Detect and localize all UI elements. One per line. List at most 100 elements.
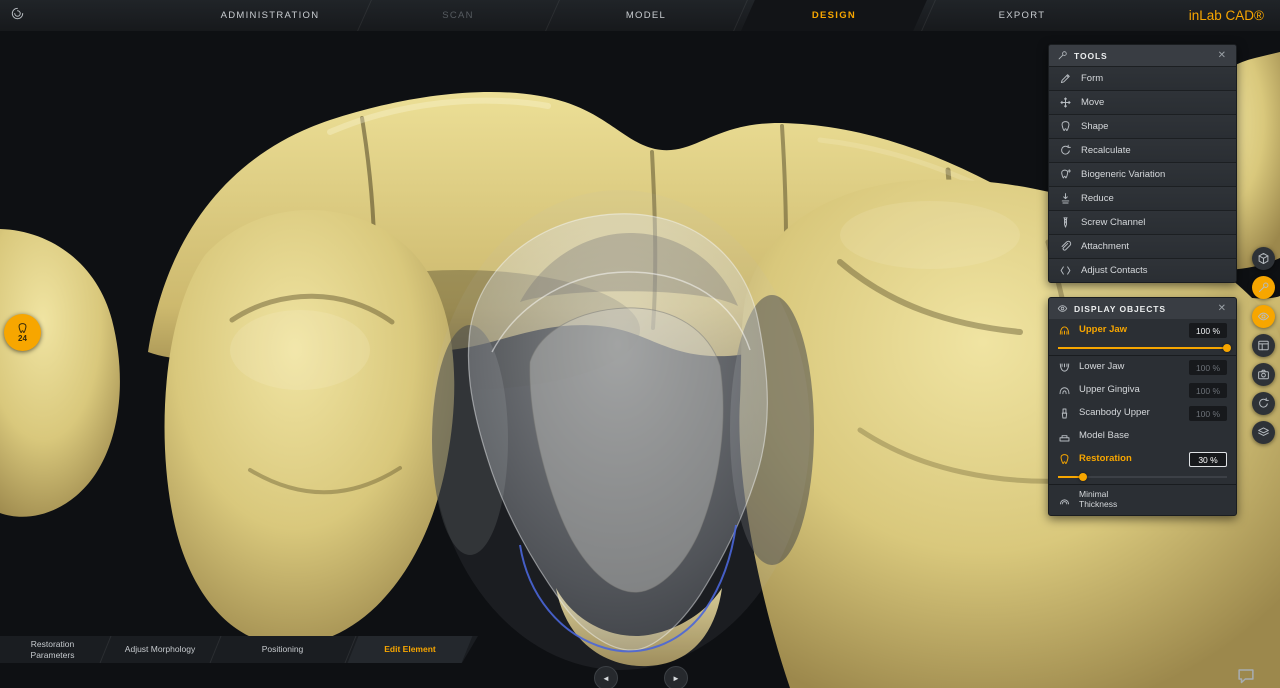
display-item-upper-gingiva[interactable]: Upper Gingiva 100 % — [1049, 379, 1236, 402]
step-positioning[interactable]: Positioning — [215, 636, 350, 663]
side-toolbar — [1252, 247, 1275, 444]
tab-label: MODEL — [626, 10, 666, 21]
tooth-number-badge[interactable]: 24 — [4, 314, 41, 351]
tool-item-label: Biogeneric Variation — [1081, 169, 1165, 180]
tool-item-label: Recalculate — [1081, 145, 1131, 156]
tool-item-adjust-contacts[interactable]: Adjust Contacts — [1049, 258, 1236, 282]
form-icon — [1059, 72, 1072, 85]
tab-administration[interactable]: ADMINISTRATION — [176, 0, 364, 31]
previous-step-button[interactable]: ◄ — [594, 666, 618, 688]
tool-item-attachment[interactable]: Attachment — [1049, 234, 1236, 258]
tool-item-label: Screw Channel — [1081, 217, 1145, 228]
dentsply-sirona-logo — [11, 7, 24, 20]
snapshot-icon[interactable] — [1252, 363, 1275, 386]
tool-item-label: Adjust Contacts — [1081, 265, 1148, 276]
tool-item-reduce[interactable]: Reduce — [1049, 186, 1236, 210]
display-objects-panel: DISPLAY OBJECTS ✕ Upper Jaw 100 % Lower … — [1048, 297, 1237, 516]
display-objects-close-icon[interactable]: ✕ — [1216, 302, 1228, 316]
step-label: Edit Element — [384, 644, 435, 655]
step-edit-element[interactable]: Edit Element — [350, 636, 470, 663]
tool-item-recalculate[interactable]: Recalculate — [1049, 138, 1236, 162]
lower-jaw-opacity-value[interactable]: 100 % — [1189, 360, 1227, 375]
reset-view-icon[interactable] — [1252, 392, 1275, 415]
restoration-icon — [1058, 453, 1071, 466]
tools-panel: TOOLS ✕ Form Move Shape Recalculate Biog… — [1048, 44, 1237, 283]
display-item-scanbody-upper[interactable]: Scanbody Upper 100 % — [1049, 402, 1236, 425]
biogeneric-variation-icon — [1059, 168, 1072, 181]
eye-icon — [1057, 303, 1068, 314]
slider-knob[interactable] — [1223, 344, 1231, 352]
tab-scan[interactable]: SCAN — [364, 0, 552, 31]
chat-feedback-icon[interactable] — [1236, 666, 1256, 686]
display-item-lower-jaw[interactable]: Lower Jaw 100 % — [1049, 355, 1236, 379]
step-label: Adjust Morphology — [125, 644, 195, 655]
display-item-label: Minimal Thickness — [1079, 490, 1143, 510]
tools-icon[interactable] — [1252, 276, 1275, 299]
model-base-icon — [1058, 430, 1071, 443]
view-cube-icon[interactable] — [1252, 247, 1275, 270]
tooth-number: 24 — [18, 334, 27, 343]
slider-knob[interactable] — [1079, 473, 1087, 481]
gingiva-icon — [1058, 384, 1071, 397]
tool-item-screw-channel[interactable]: Screw Channel — [1049, 210, 1236, 234]
tool-item-label: Reduce — [1081, 193, 1114, 204]
display-item-label: Scanbody Upper — [1079, 408, 1181, 419]
next-step-button[interactable]: ► — [664, 666, 688, 688]
display-objects-icon[interactable] — [1252, 305, 1275, 328]
display-objects-title: DISPLAY OBJECTS — [1074, 304, 1210, 314]
display-item-upper-jaw[interactable]: Upper Jaw 100 % — [1049, 319, 1236, 342]
step-adjust-morphology[interactable]: Adjust Morphology — [105, 636, 215, 663]
step-label: Positioning — [262, 644, 304, 655]
tab-export[interactable]: EXPORT — [928, 0, 1116, 31]
wrench-icon — [1057, 50, 1068, 61]
display-item-label: Lower Jaw — [1079, 362, 1181, 373]
scanbody-upper-opacity-value[interactable]: 100 % — [1189, 406, 1227, 421]
inlab-cad-app: ADMINISTRATION SCAN MODEL DESIGN EXPORT … — [0, 0, 1280, 688]
upper-jaw-opacity-slider[interactable] — [1049, 342, 1236, 355]
screw-channel-icon — [1059, 216, 1072, 229]
display-item-restoration[interactable]: Restoration 30 % — [1049, 448, 1236, 471]
upper-gingiva-opacity-value[interactable]: 100 % — [1189, 383, 1227, 398]
upper-jaw-opacity-value[interactable]: 100 % — [1189, 323, 1227, 338]
tool-item-form[interactable]: Form — [1049, 66, 1236, 90]
tab-label: SCAN — [442, 10, 474, 21]
tools-panel-close-icon[interactable]: ✕ — [1216, 49, 1228, 63]
tab-label: EXPORT — [999, 10, 1046, 21]
lower-jaw-icon — [1058, 361, 1071, 374]
step-label: Restoration Parameters — [14, 639, 92, 660]
display-item-model-base[interactable]: Model Base — [1049, 425, 1236, 448]
display-objects-header: DISPLAY OBJECTS ✕ — [1049, 298, 1236, 319]
recalculate-icon — [1059, 144, 1072, 157]
workflow-steps-bar: Restoration Parameters Adjust Morphology… — [0, 636, 478, 663]
adjust-contacts-icon — [1059, 264, 1072, 277]
tab-design[interactable]: DESIGN — [740, 0, 928, 31]
move-icon — [1059, 96, 1072, 109]
tool-item-label: Attachment — [1081, 241, 1129, 252]
display-item-label: Model Base — [1079, 431, 1227, 442]
tools-panel-title: TOOLS — [1074, 51, 1210, 61]
restoration-crown — [430, 190, 810, 670]
restoration-opacity-slider[interactable] — [1049, 471, 1236, 484]
tool-item-shape[interactable]: Shape — [1049, 114, 1236, 138]
tools-panel-header: TOOLS ✕ — [1049, 45, 1236, 66]
scanbody-icon — [1058, 407, 1071, 420]
tool-item-biogeneric-variation[interactable]: Biogeneric Variation — [1049, 162, 1236, 186]
restoration-opacity-value[interactable]: 30 % — [1189, 452, 1227, 467]
display-item-minimal-thickness[interactable]: Minimal Thickness — [1049, 484, 1236, 515]
tab-label: ADMINISTRATION — [221, 10, 320, 21]
tab-model[interactable]: MODEL — [552, 0, 740, 31]
object-groups-icon[interactable] — [1252, 421, 1275, 444]
tool-item-label: Move — [1081, 97, 1104, 108]
step-restoration-parameters[interactable]: Restoration Parameters — [0, 636, 105, 663]
display-item-label: Upper Jaw — [1079, 325, 1181, 336]
minimal-thickness-icon — [1058, 494, 1071, 507]
arrow-right-icon: ► — [672, 674, 680, 683]
top-navigation: ADMINISTRATION SCAN MODEL DESIGN EXPORT … — [0, 0, 1280, 31]
attachment-icon — [1059, 240, 1072, 253]
shape-icon — [1059, 120, 1072, 133]
brand-inlab-cad: inLab CAD® — [1189, 0, 1264, 31]
tool-item-label: Shape — [1081, 121, 1108, 132]
panels-icon[interactable] — [1252, 334, 1275, 357]
tool-item-move[interactable]: Move — [1049, 90, 1236, 114]
arrow-left-icon: ◄ — [602, 674, 610, 683]
